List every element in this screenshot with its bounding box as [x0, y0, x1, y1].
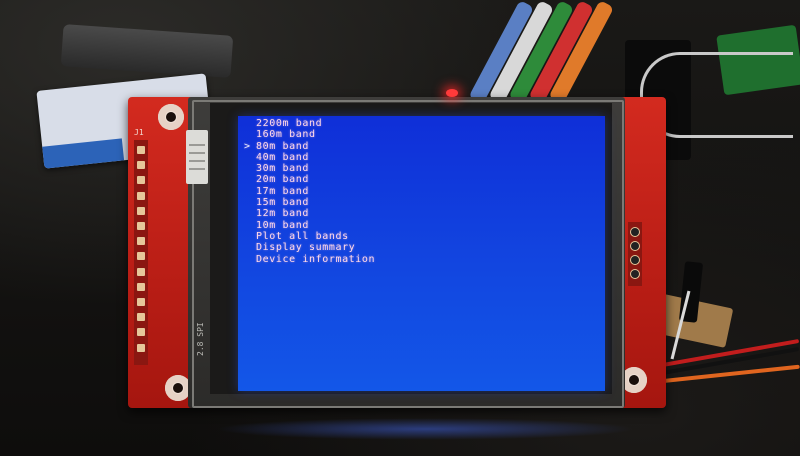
menu-item-15m[interactable]: 15m band [256, 197, 375, 208]
header-pin [137, 252, 145, 261]
header-pin [137, 237, 145, 246]
flex-connector [186, 130, 208, 184]
menu-item-display-summary[interactable]: Display summary [256, 242, 375, 253]
side-pin [631, 242, 639, 250]
header-pin [137, 282, 145, 291]
edge-label: 2.8 SPI [196, 322, 205, 356]
menu-item-20m[interactable]: 20m band [256, 174, 375, 185]
header-pin [137, 222, 145, 230]
header-pin [137, 267, 145, 276]
header-pin [137, 146, 145, 154]
lcd-screen: 2200m band 160m band >80m band 40m band … [238, 116, 605, 391]
header-pin [137, 313, 145, 322]
side-pin [631, 256, 639, 264]
menu-item-device-information[interactable]: Device information [256, 254, 375, 265]
menu-item-80m[interactable]: >80m band [244, 140, 375, 152]
menu-item-2200m[interactable]: 2200m band [256, 118, 375, 129]
header-pin [137, 343, 145, 352]
header-pin [137, 298, 145, 306]
header-pin [137, 191, 145, 200]
header-pin [137, 328, 145, 337]
menu-item-30m[interactable]: 30m band [256, 163, 375, 174]
menu-item-10m[interactable]: 10m band [256, 220, 375, 231]
menu-item-40m[interactable]: 40m band [256, 152, 375, 163]
side-pin [631, 228, 639, 236]
header-pin [137, 176, 145, 185]
screen-reflection [215, 418, 635, 440]
header-pin [137, 161, 145, 170]
header-pin [137, 206, 145, 215]
menu-item-plot-all-bands[interactable]: Plot all bands [256, 231, 375, 242]
menu-item-12m[interactable]: 12m band [256, 208, 375, 219]
band-menu: 2200m band 160m band >80m band 40m band … [244, 118, 375, 265]
selection-cursor-icon: > [244, 140, 251, 152]
menu-item-label: 80m band [256, 140, 309, 152]
header-label: J1 [134, 128, 144, 137]
mounting-hole [158, 104, 184, 130]
side-pin [631, 270, 639, 278]
menu-item-160m[interactable]: 160m band [256, 129, 375, 140]
menu-item-17m[interactable]: 17m band [256, 186, 375, 197]
status-led [446, 89, 458, 97]
